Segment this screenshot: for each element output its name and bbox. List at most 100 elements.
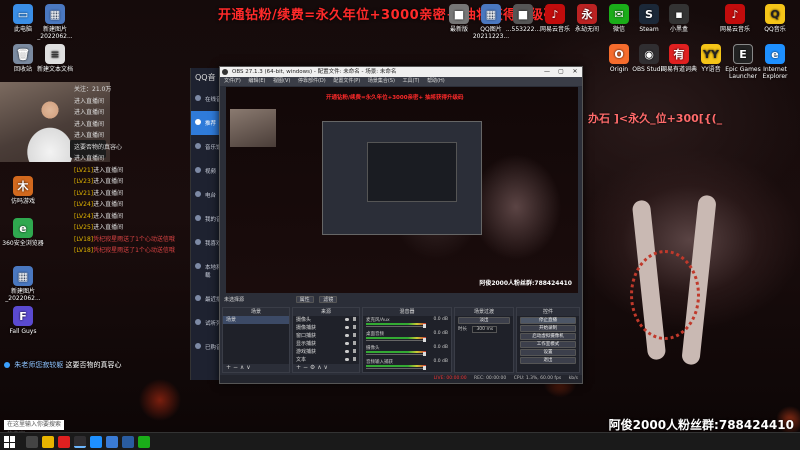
source-item[interactable]: 游戏捕获 [293, 348, 359, 356]
volume-slider[interactable] [366, 326, 426, 327]
app-blue-icon[interactable] [122, 436, 134, 448]
wallpaper-chain [630, 250, 700, 340]
duration-input[interactable]: 300 ms [472, 326, 498, 333]
menu-docks[interactable]: 停靠部件(D) [298, 78, 326, 84]
volume-knob[interactable] [423, 324, 426, 328]
volume-slider[interactable] [366, 340, 426, 341]
volume-knob[interactable] [423, 366, 426, 370]
maximize-icon[interactable]: ▢ [554, 67, 568, 77]
task-view-icon[interactable] [26, 436, 38, 448]
close-icon[interactable]: ✕ [568, 67, 582, 77]
visibility-icon[interactable] [345, 358, 349, 361]
desktop-icon-label: Internet Explorer [762, 66, 788, 80]
windows-start-icon[interactable] [4, 436, 16, 448]
source-item[interactable]: 摄像头 [293, 316, 359, 324]
lock-icon[interactable] [353, 349, 356, 353]
mixer-channel[interactable]: 桌面音频 0.0 dB [363, 330, 451, 344]
menu-profile[interactable]: 配置文件(P) [333, 78, 360, 84]
visibility-icon[interactable] [345, 318, 349, 321]
obs-taskbar-icon[interactable] [74, 436, 86, 448]
obs-window-title: OBS 27.1.3 (64-bit, windows) - 配置文件: 未命名… [232, 69, 397, 75]
studio-mode-button[interactable]: 工作室模式 [520, 341, 576, 348]
remove-icon[interactable]: − [233, 364, 238, 371]
add-icon[interactable]: + [226, 364, 231, 371]
virtual-camera-button[interactable]: 启动虚拟摄像机 [520, 333, 576, 340]
transition-select[interactable]: 淡出 [458, 317, 510, 324]
lock-icon[interactable] [353, 341, 356, 345]
scenes-dock: 场景 场景 + − ∧ ∨ [222, 307, 290, 373]
desktop-icon-360-browser[interactable]: e 360安全浏览器 [0, 218, 46, 247]
remove-icon[interactable]: − [303, 364, 308, 371]
desktop-icon-qq-music[interactable]: Q QQ音乐 [752, 4, 798, 33]
scene-item[interactable]: 场景 [223, 316, 289, 324]
source-item[interactable]: 文本 [293, 356, 359, 364]
desktop-background: 开通钻粉/续费=永久年位+3000亲密+ 抽将获得升级码 ▭ 此电脑 🗑 回收站… [0, 0, 800, 432]
taskbar-search-input[interactable]: 在这里输入你要搜索的内容 [4, 420, 64, 432]
chat-line: [LV18]凭杞寂星雨送了1个心动送信哦 [74, 235, 175, 243]
browser-icon: e [13, 218, 33, 238]
lock-icon[interactable] [353, 357, 356, 361]
add-icon[interactable]: + [296, 364, 301, 371]
visibility-icon[interactable] [345, 326, 349, 329]
settings-button[interactable]: 设置 [520, 349, 576, 356]
source-item[interactable]: 摄像捕获 [293, 324, 359, 332]
visibility-icon[interactable] [345, 342, 349, 345]
app-green-icon[interactable] [138, 436, 150, 448]
menu-view[interactable]: 视图(V) [273, 78, 290, 84]
filters-button[interactable]: 滤镜 [319, 296, 338, 303]
volume-knob[interactable] [423, 338, 426, 342]
down-icon[interactable]: ∨ [246, 364, 250, 371]
gear-icon[interactable]: ⚙ [310, 364, 315, 371]
menu-scene-collection[interactable]: 场景集合(S) [368, 78, 395, 84]
mixer-channel[interactable]: 麦克风/Aux 0.0 dB [363, 316, 451, 330]
desktop-icon-new-text[interactable]: ≡ 新建文本文档 [32, 44, 78, 73]
menu-tools[interactable]: 工具(T) [403, 78, 420, 84]
mixer-channel[interactable]: 摄像头 0.0 dB [363, 344, 451, 358]
visibility-icon[interactable] [345, 334, 349, 337]
edge-icon[interactable] [90, 436, 102, 448]
mixer-channel[interactable]: 音频输入捕获 0.0 dB [363, 358, 451, 372]
image-file-icon: ▦ [45, 4, 65, 24]
down-icon[interactable]: ∨ [324, 364, 328, 371]
up-icon[interactable]: ∧ [240, 364, 244, 371]
lock-icon[interactable] [353, 317, 356, 321]
preview-nested-obs [322, 121, 482, 235]
obs-window[interactable]: OBS 27.1.3 (64-bit, windows) - 配置文件: 未命名… [219, 66, 583, 384]
obs-status-bar: LIVE: 00:00:00 REC: 00:00:00 CPU: 1.3%, … [220, 375, 582, 383]
obs-preview-canvas[interactable]: 开通钻粉/续费=永久年位+3000亲密+ 抽将获得升级码 阿俊2000人粉丝群:… [226, 87, 578, 293]
lock-icon[interactable] [353, 333, 356, 337]
app-icon: ■ [449, 4, 469, 24]
image-file-icon: ▦ [481, 4, 501, 24]
desktop-icon-image-file[interactable]: ▦ 新建图片_2022062... [0, 266, 46, 302]
store-icon[interactable] [106, 436, 118, 448]
source-item[interactable]: 窗口捕获 [293, 332, 359, 340]
volume-slider[interactable] [366, 368, 426, 369]
desktop-icon-image-file-2[interactable]: ▦ 新建图片_2022062... [32, 4, 78, 40]
minimize-icon[interactable]: — [540, 67, 554, 77]
obs-titlebar[interactable]: OBS 27.1.3 (64-bit, windows) - 配置文件: 未命名… [220, 67, 582, 77]
chat-line: 进入直播间 [74, 109, 105, 116]
stop-streaming-button[interactable]: 停止直播 [520, 317, 576, 324]
desktop-icon-ie[interactable]: e Internet Explorer [752, 44, 798, 80]
app-red-icon[interactable] [58, 436, 70, 448]
no-source-selected-label: 未选择源 [224, 297, 245, 303]
source-item[interactable]: 显示捕获 [293, 340, 359, 348]
menu-file[interactable]: 文件(F) [224, 78, 241, 84]
start-recording-button[interactable]: 开始录制 [520, 325, 576, 332]
app-icon: ▪ [669, 4, 689, 24]
properties-button[interactable]: 属性 [295, 296, 314, 303]
desktop-icon-fall-guys[interactable]: F Fall Guys [0, 306, 46, 335]
folder-icon[interactable] [42, 436, 54, 448]
menu-edit[interactable]: 编辑(E) [248, 78, 265, 84]
menu-help[interactable]: 帮助(H) [427, 78, 445, 84]
visibility-icon[interactable] [345, 350, 349, 353]
up-icon[interactable]: ∧ [317, 364, 321, 371]
exit-button[interactable]: 退出 [520, 357, 576, 364]
volume-slider[interactable] [366, 354, 426, 355]
desktop-icon-xiaoheihe[interactable]: ▪ 小黑盒 [656, 4, 702, 33]
lock-icon[interactable] [353, 325, 356, 329]
volume-knob[interactable] [423, 352, 426, 356]
fall-guys-icon: F [13, 306, 33, 326]
desktop-icon-game[interactable]: 木 仿吗游戏 [0, 176, 46, 205]
youdao-icon: 有 [669, 44, 689, 64]
